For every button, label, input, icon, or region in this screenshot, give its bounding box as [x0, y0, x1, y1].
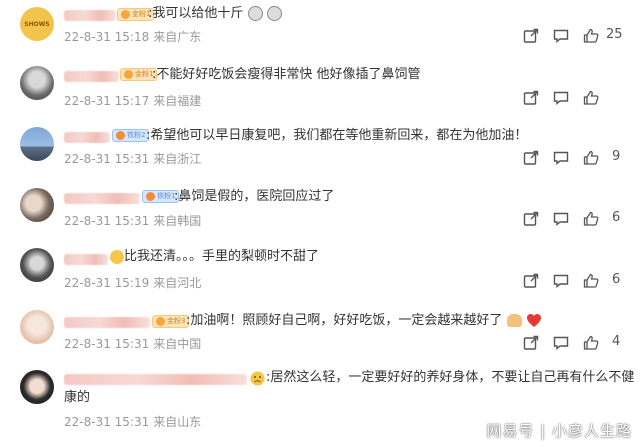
comment-icon[interactable]: [552, 334, 570, 352]
comment-item: 金粉1 :不能好好吃饭会瘦得非常快 他好像插了鼻饲管 22-8-31 15:17…: [0, 61, 640, 122]
comment-text: :我可以给他十斤: [148, 5, 282, 23]
muscle-emoji-icon: [506, 314, 522, 327]
logo-text: SHOWS: [24, 20, 50, 28]
share-icon[interactable]: [522, 210, 540, 228]
comment-icon[interactable]: [552, 210, 570, 228]
like-count: 6: [612, 272, 621, 287]
username[interactable]: [64, 10, 116, 21]
comment-item: 铁粉1 :鼻饲是假的，医院回应过了 22-8-31 15:31 来自韩国 6: [0, 183, 640, 244]
like-count: 9: [612, 149, 621, 164]
avatar[interactable]: [20, 370, 54, 404]
like-icon[interactable]: [582, 89, 600, 107]
comment-item: 金粉3 :加油啊！照顾好自己啊，好好吃饭，一定会越来越好了 22-8-31 15…: [0, 305, 640, 366]
red-heart-icon: [526, 314, 541, 327]
comment-meta: 22-8-31 15:17 来自福建: [64, 94, 202, 108]
heart-icon: [121, 10, 130, 19]
comment-text: :居然这么轻，一定要好好的养好身体，不要让自己再有什么不健: [266, 370, 635, 385]
like-icon[interactable]: [582, 210, 600, 228]
comment-meta: 22-8-31 15:31 来自山东: [64, 415, 202, 429]
avatar[interactable]: [20, 248, 54, 282]
face-emoji-icon: [266, 6, 282, 21]
avatar[interactable]: [20, 66, 54, 100]
face-emoji-icon: [247, 6, 263, 21]
comment-item: SHOWS 金粉1 :我可以给他十斤 22-8-31 15:18 来自广东 25: [0, 0, 640, 61]
username[interactable]: [64, 132, 110, 143]
comment-meta: 22-8-31 15:31 来自韩国: [64, 214, 202, 228]
avatar[interactable]: [20, 127, 54, 161]
comment-icon[interactable]: [552, 272, 570, 290]
comment-text: 比我还清。。。手里的梨顿时不甜了: [110, 248, 319, 266]
comment-icon[interactable]: [552, 89, 570, 107]
share-icon[interactable]: [522, 27, 540, 45]
like-icon[interactable]: [582, 149, 600, 167]
fan-badge: 铁粉2: [112, 129, 150, 142]
share-icon[interactable]: [522, 89, 540, 107]
watermark: 网易号 | 小彦人生路: [486, 422, 632, 440]
username[interactable]: [64, 254, 108, 265]
heart-icon: [146, 192, 155, 201]
heart-icon: [124, 70, 133, 79]
like-count: 6: [612, 210, 621, 225]
comment-text: :鼻饲是假的，医院回应过了: [174, 189, 335, 204]
comment-icon[interactable]: [552, 27, 570, 45]
username[interactable]: [64, 317, 150, 328]
share-icon[interactable]: [522, 334, 540, 352]
comment-meta: 22-8-31 15:19 来自河北: [64, 276, 202, 290]
heart-icon: [156, 317, 165, 326]
avatar[interactable]: [20, 188, 54, 222]
like-icon[interactable]: [582, 334, 600, 352]
comment-meta: 22-8-31 15:31 来自浙江: [64, 152, 202, 166]
comment-item: 比我还清。。。手里的梨顿时不甜了 22-8-31 15:19 来自河北 6: [0, 244, 640, 305]
avatar[interactable]: [20, 310, 54, 344]
share-icon[interactable]: [522, 149, 540, 167]
comment-text: :不能好好吃饭会瘦得非常快 他好像插了鼻饲管: [152, 67, 421, 82]
fan-badge: 金粉3: [152, 315, 190, 328]
comment-text: :加油啊！照顾好自己啊，好好吃饭，一定会越来越好了: [186, 312, 542, 330]
like-icon[interactable]: [582, 27, 600, 45]
comment-item: 铁粉2 :希望他可以早日康复吧，我们都在等他重新回来，都在为他加油！ 22-8-…: [0, 122, 640, 183]
comment-text: :希望他可以早日康复吧，我们都在等他重新回来，都在为他加油！: [146, 128, 528, 143]
comment-meta: 22-8-31 15:31 来自中国: [64, 337, 202, 351]
comment-icon[interactable]: [552, 149, 570, 167]
like-icon[interactable]: [582, 272, 600, 290]
share-icon[interactable]: [522, 272, 540, 290]
username[interactable]: [64, 71, 119, 82]
avatar[interactable]: SHOWS: [20, 7, 54, 41]
like-count: 25: [606, 27, 623, 42]
sad-emoji-icon: [250, 371, 265, 386]
comment-text-continuation: 康的: [64, 390, 91, 405]
username[interactable]: [64, 374, 247, 385]
crying-emoji-icon: [110, 249, 124, 264]
username[interactable]: [64, 193, 140, 204]
like-count: 4: [612, 334, 621, 349]
comment-meta: 22-8-31 15:18 来自广东: [64, 30, 202, 44]
heart-icon: [116, 131, 125, 140]
